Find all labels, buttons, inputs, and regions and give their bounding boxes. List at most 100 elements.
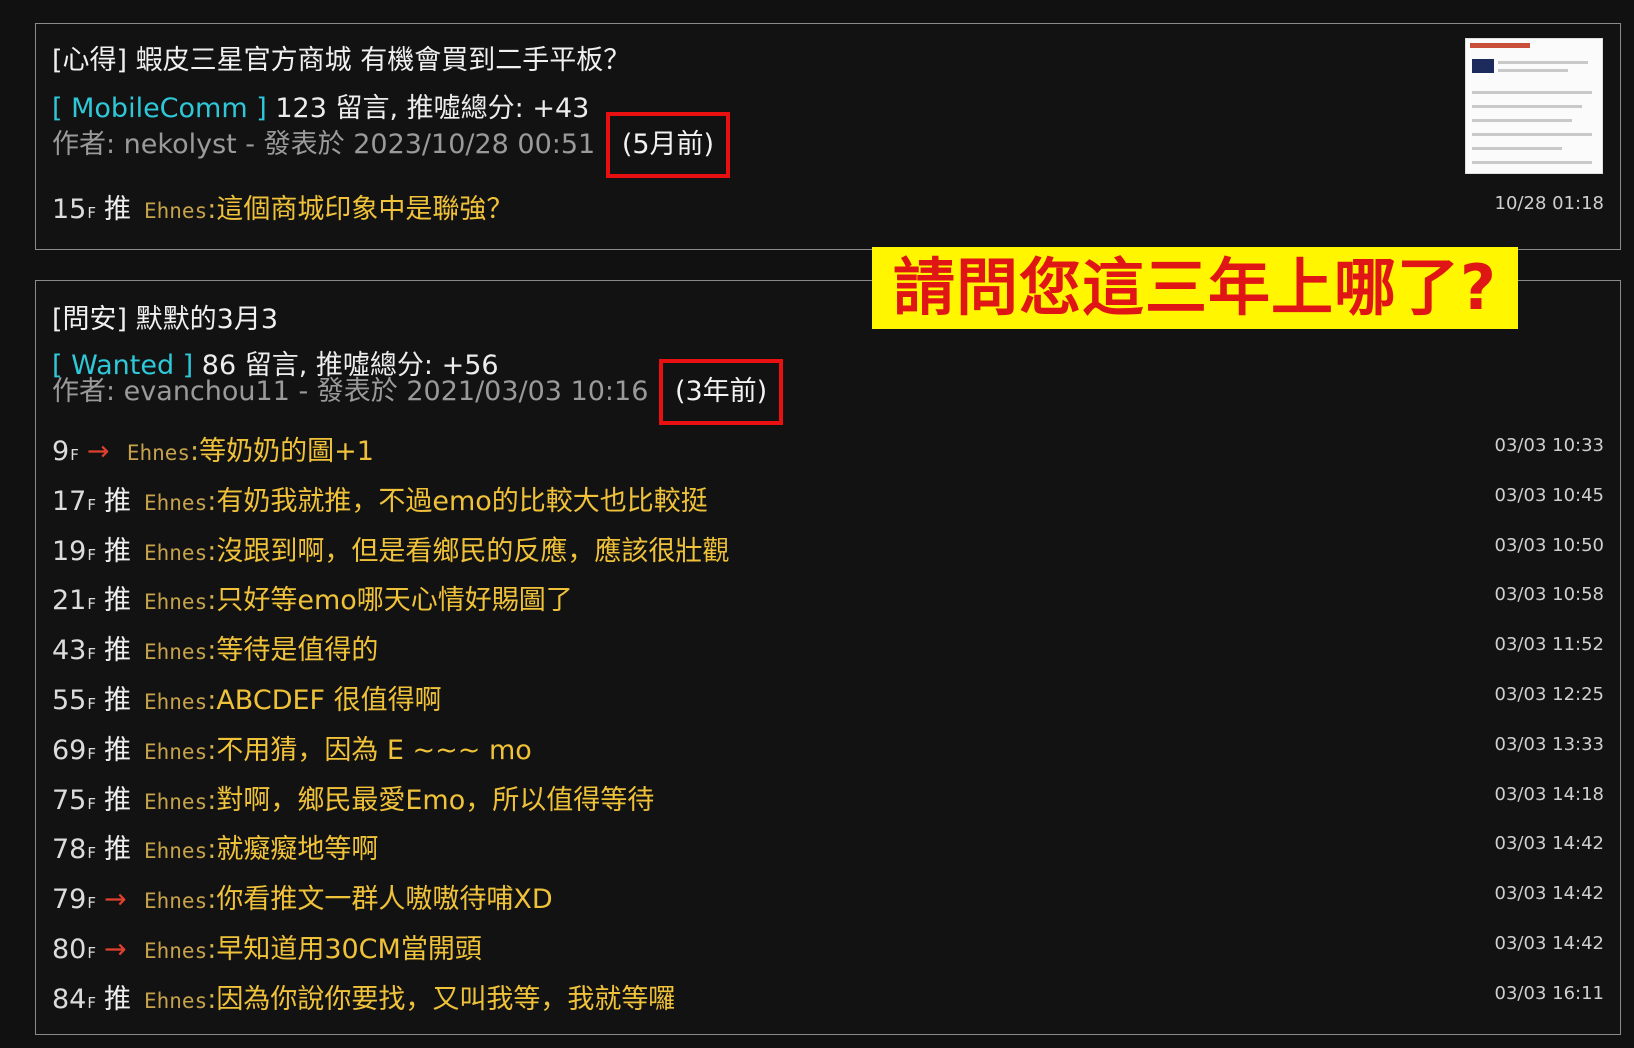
floor-number: 80F [52, 934, 96, 965]
comment-text: 因為你說你要找，又叫我等，我就等囉 [216, 983, 676, 1015]
comment-row: 19F 推 Ehnes:沒跟到啊，但是看鄉民的反應，應該很壯觀 03/03 10:50 [52, 529, 1604, 569]
floor-number: 79F [52, 884, 96, 916]
comment-colon: : [207, 194, 217, 225]
comment-colon: : [207, 934, 217, 965]
comment-time: 03/03 14:42 [1494, 933, 1604, 954]
comment-colon: : [207, 635, 217, 667]
floor-number: 21F [52, 585, 96, 617]
comment-colon: : [207, 485, 217, 517]
comment-text: 你看推文一群人嗷嗷待哺XD [216, 884, 553, 916]
comment-row: 9F → Ehnes:等奶奶的圖+1 03/03 10:33 [52, 429, 1604, 469]
push-tag: 推 [104, 834, 131, 866]
comment-colon: : [207, 983, 217, 1015]
comment-text: 等待是值得的 [216, 635, 379, 667]
comment-text: 等奶奶的圖+1 [199, 436, 374, 467]
annotation-banner: 請問您這三年上哪了? [872, 247, 1518, 329]
comment-user[interactable]: Ehnes [144, 889, 207, 913]
comment-colon: : [207, 884, 217, 916]
comment-text: 有奶我就推，不過emo的比較大也比較挺 [216, 485, 708, 517]
comment-colon: : [207, 784, 217, 816]
push-tag: 推 [104, 685, 131, 716]
push-tag: 推 [104, 535, 131, 567]
floor-number: 55F [52, 685, 96, 716]
comment-text: 只好等emo哪天心情好賜圖了 [216, 585, 573, 617]
comment-text: 不用猜，因為 E ~~~ mo [216, 734, 532, 766]
push-tag: → [104, 884, 127, 916]
comment-time: 03/03 10:50 [1494, 534, 1604, 556]
push-tag: → [104, 934, 127, 965]
comment-text: 對啊，鄉民最愛Emo，所以值得等待 [216, 784, 655, 816]
author-line: 作者: evanchou11 - 發表於 2021/03/03 10:16 (3… [52, 359, 784, 425]
comment-time: 10/28 01:18 [1494, 193, 1604, 214]
comment-colon: : [207, 834, 217, 866]
comment-time: 03/03 16:11 [1494, 982, 1604, 1004]
comment-user[interactable]: Ehnes [144, 491, 207, 515]
comment-colon: : [190, 436, 200, 467]
push-tag: 推 [104, 784, 131, 816]
push-tag: 推 [104, 983, 131, 1015]
post-card-2[interactable]: [問安] 默默的3月3 [ Wanted ] 86 留言, 推噓總分: +56 … [35, 280, 1621, 1035]
comment-user[interactable]: Ehnes [144, 839, 207, 863]
comment-time: 03/03 11:52 [1494, 634, 1604, 656]
floor-number: 9F [52, 436, 79, 467]
comment-user[interactable]: Ehnes [144, 199, 207, 223]
push-tag: 推 [104, 485, 131, 517]
comment-time: 03/03 14:42 [1494, 883, 1604, 905]
comment-row: 55F 推 Ehnes:ABCDEF 很值得啊 03/03 12:25 [52, 678, 1604, 718]
comment-row: 84F 推 Ehnes:因為你說你要找，又叫我等，我就等囉 03/03 16:11 [52, 977, 1604, 1017]
comment-colon: : [207, 585, 217, 617]
comment-time: 03/03 13:33 [1494, 733, 1604, 755]
comment-row: 43F 推 Ehnes:等待是值得的 03/03 11:52 [52, 628, 1604, 668]
push-tag: 推 [104, 585, 131, 617]
comment-user[interactable]: Ehnes [144, 690, 207, 714]
floor-number: 75F [52, 784, 96, 816]
comment-time: 03/03 14:42 [1494, 833, 1604, 855]
comment-row: 15F 推 Ehnes:這個商城印象中是聯強？ 10/28 01:18 [52, 187, 1604, 227]
comment-user[interactable]: Ehnes [144, 939, 207, 963]
comment-row: 78F 推 Ehnes:就癡癡地等啊 03/03 14:42 [52, 827, 1604, 867]
author-line: 作者: nekolyst - 發表於 2023/10/28 00:51 (5月前… [52, 112, 731, 178]
push-tag: 推 [104, 734, 131, 766]
comment-text: 這個商城印象中是聯強？ [216, 194, 514, 225]
push-tag: 推 [104, 194, 131, 225]
comment-user[interactable]: Ehnes [144, 740, 207, 764]
comment-user[interactable]: Ehnes [144, 989, 207, 1013]
comment-row: 80F → Ehnes:早知道用30CM當開頭 03/03 14:42 [52, 927, 1604, 967]
floor-number: 43F [52, 635, 96, 667]
comment-colon: : [207, 535, 217, 567]
push-tag: 推 [104, 635, 131, 667]
comment-time: 03/03 14:18 [1494, 783, 1604, 805]
post-title[interactable]: [問安] 默默的3月3 [52, 297, 278, 336]
comment-time: 03/03 10:45 [1494, 484, 1604, 506]
post-thumbnail[interactable] [1465, 38, 1603, 174]
floor-number: 17F [52, 485, 96, 517]
comment-time: 03/03 10:33 [1494, 435, 1604, 456]
comment-time: 03/03 10:58 [1494, 584, 1604, 606]
comment-user[interactable]: Ehnes [144, 590, 207, 614]
comment-text: 沒跟到啊，但是看鄉民的反應，應該很壯觀 [216, 535, 730, 567]
post-card-1[interactable]: [心得] 蝦皮三星官方商城 有機會買到二手平板？ [ MobileComm ] … [35, 23, 1621, 250]
push-tag: → [86, 436, 110, 467]
floor-number: 19F [52, 535, 96, 567]
comment-row: 69F 推 Ehnes:不用猜，因為 E ~~~ mo 03/03 13:33 [52, 728, 1604, 768]
relative-time-highlight: (3年前) [658, 359, 784, 425]
comment-time: 03/03 12:25 [1494, 684, 1604, 705]
comment-user[interactable]: Ehnes [144, 790, 207, 814]
relative-time-highlight: (5月前) [605, 112, 731, 178]
comment-colon: : [207, 734, 217, 766]
comment-colon: : [207, 685, 217, 716]
comment-row: 75F 推 Ehnes:對啊，鄉民最愛Emo，所以值得等待 03/03 14:18 [52, 778, 1604, 818]
comment-user[interactable]: Ehnes [127, 441, 190, 465]
floor-number: 78F [52, 834, 96, 866]
floor-number: 84F [52, 983, 96, 1015]
comment-row: 17F 推 Ehnes:有奶我就推，不過emo的比較大也比較挺 03/03 10:45 [52, 479, 1604, 519]
post-title[interactable]: [心得] 蝦皮三星官方商城 有機會買到二手平板？ [52, 38, 630, 77]
author-info: 作者: evanchou11 - 發表於 2021/03/03 10:16 [52, 376, 649, 407]
comment-text: ABCDEF 很值得啊 [216, 685, 442, 716]
comment-text: 就癡癡地等啊 [216, 834, 379, 866]
comment-row: 21F 推 Ehnes:只好等emo哪天心情好賜圖了 03/03 10:58 [52, 578, 1604, 618]
comment-row: 79F → Ehnes:你看推文一群人嗷嗷待哺XD 03/03 14:42 [52, 877, 1604, 917]
author-info: 作者: nekolyst - 發表於 2023/10/28 00:51 [52, 129, 596, 160]
comment-user[interactable]: Ehnes [144, 541, 207, 565]
comment-user[interactable]: Ehnes [144, 640, 207, 664]
